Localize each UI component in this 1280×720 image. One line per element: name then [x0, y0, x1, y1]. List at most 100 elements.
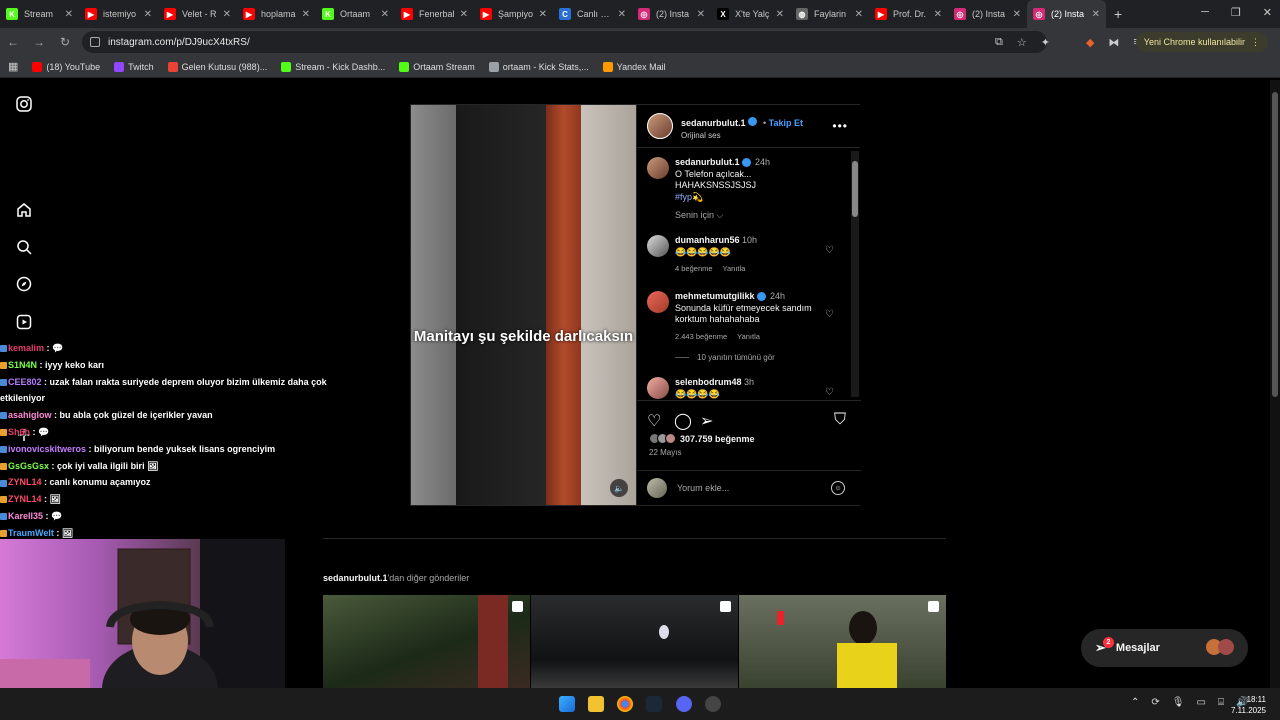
more-options-icon[interactable]: •••: [832, 119, 848, 133]
more-post-thumbnail[interactable]: [739, 595, 946, 688]
instagram-logo-icon[interactable]: [14, 94, 34, 114]
share-icon[interactable]: ➢: [700, 411, 713, 431]
browser-tab[interactable]: C Canlı Sov ✕: [553, 0, 632, 28]
more-post-thumbnail[interactable]: [323, 595, 530, 688]
browser-tab[interactable]: ▶ hoplama ✕: [237, 0, 316, 28]
emoji-icon[interactable]: ☺: [831, 481, 845, 495]
bookmark-item[interactable]: Stream - Kick Dashb...: [281, 61, 385, 72]
search-icon[interactable]: [14, 237, 34, 257]
system-clock[interactable]: 18:11 7.11.2025: [1231, 694, 1266, 716]
apps-grid-icon[interactable]: ▦: [8, 60, 18, 73]
forward-icon[interactable]: →: [26, 35, 52, 49]
bookmark-item[interactable]: (18) YouTube: [32, 61, 100, 72]
bookmark-item[interactable]: ortaam - Kick Stats,...: [488, 61, 589, 72]
new-tab-button[interactable]: +: [1114, 6, 1122, 22]
more-post-thumbnail[interactable]: [531, 595, 738, 688]
display-icon[interactable]: ▭: [1196, 697, 1205, 708]
reload-icon[interactable]: ↻: [52, 35, 78, 49]
tab-close-icon[interactable]: ✕: [776, 9, 784, 20]
comments-scrollbar[interactable]: [851, 151, 859, 397]
comment-like-icon[interactable]: ♡: [825, 387, 834, 398]
bookmark-item[interactable]: Gelen Kutusu (988)...: [167, 61, 267, 72]
tab-close-icon[interactable]: ✕: [855, 9, 863, 20]
browser-tab[interactable]: ▶ Şampiyo ✕: [474, 0, 553, 28]
chrome-update-button[interactable]: Yeni Chrome kullanılabilir ⋮: [1135, 32, 1268, 52]
page-scrollbar[interactable]: [1270, 80, 1280, 688]
comment-username[interactable]: dumanharun56: [675, 235, 740, 245]
browser-tab[interactable]: K Ortaam ✕: [316, 0, 395, 28]
extension-puzzle-icon[interactable]: ⧓: [1108, 36, 1119, 49]
tab-close-icon[interactable]: ✕: [381, 9, 389, 20]
comment-sort-dropdown[interactable]: Senin için ⌵: [675, 210, 723, 221]
page-scroll-thumb[interactable]: [1272, 92, 1278, 397]
volume-icon[interactable]: 🔈: [610, 479, 628, 497]
app-icon[interactable]: [705, 696, 721, 712]
close-window-icon[interactable]: ✕: [1263, 6, 1272, 19]
bookmark-item[interactable]: Twitch: [114, 61, 154, 72]
browser-tab[interactable]: ◎ (2) Insta ✕: [1027, 0, 1106, 28]
minimize-icon[interactable]: ─: [1201, 6, 1209, 19]
install-app-icon[interactable]: ⧉: [995, 36, 1003, 49]
tab-close-icon[interactable]: ✕: [460, 9, 468, 20]
reply-button[interactable]: Yanıtla: [723, 264, 746, 273]
sync-icon[interactable]: ⟳: [1151, 697, 1159, 708]
tab-close-icon[interactable]: ✕: [539, 9, 547, 20]
network-icon[interactable]: ⌸: [1218, 697, 1224, 708]
bookmark-item[interactable]: Yandex Mail: [602, 61, 666, 72]
browser-tab[interactable]: K Stream ✕: [0, 0, 79, 28]
start-icon[interactable]: [559, 696, 575, 712]
comment-input[interactable]: Yorum ekle...: [677, 483, 831, 493]
post-video[interactable]: Manitayı şu şekilde darlıcaksın 🔈: [411, 105, 636, 505]
chevron-up-icon[interactable]: ⌃: [1131, 697, 1139, 708]
tab-close-icon[interactable]: ✕: [934, 9, 942, 20]
comment-username[interactable]: mehmetumutgilikk: [675, 291, 755, 301]
comment-like-icon[interactable]: ♡: [825, 245, 834, 256]
save-icon[interactable]: ⛉: [834, 411, 846, 429]
comment-icon[interactable]: ◯: [674, 411, 692, 431]
url-input[interactable]: instagram.com/p/DJ9ucX4txRS/: [82, 31, 1047, 53]
tab-close-icon[interactable]: ✕: [65, 9, 73, 20]
microphone-icon[interactable]: 🎙: [1172, 697, 1185, 708]
follow-button[interactable]: Takip Et: [769, 118, 803, 128]
view-replies-link[interactable]: 10 yanıtın tümünü gör: [675, 353, 775, 362]
browser-tab[interactable]: ◍ Faylarin ✕: [790, 0, 869, 28]
browser-tab[interactable]: ▶ istemiyo ✕: [79, 0, 158, 28]
tab-close-icon[interactable]: ✕: [223, 9, 231, 20]
browser-tab[interactable]: ▶ Velet - R ✕: [158, 0, 237, 28]
home-icon[interactable]: [14, 200, 34, 220]
tab-close-icon[interactable]: ✕: [1092, 9, 1100, 20]
comments-scroll-thumb[interactable]: [852, 161, 858, 217]
tab-close-icon[interactable]: ✕: [302, 9, 310, 20]
comment-likes[interactable]: 4 beğenme: [675, 264, 713, 273]
restore-icon[interactable]: ❐: [1231, 6, 1241, 19]
comment-likes[interactable]: 2.443 beğenme: [675, 332, 727, 341]
more-posts-username[interactable]: sedanurbulut.1: [323, 573, 388, 583]
hashtag-link[interactable]: #fyp💫: [675, 192, 703, 202]
browser-tab[interactable]: ◎ (2) Insta ✕: [632, 0, 711, 28]
browser-tab[interactable]: ▶ Prof. Dr. ✕: [869, 0, 948, 28]
tab-close-icon[interactable]: ✕: [618, 9, 626, 20]
tab-close-icon[interactable]: ✕: [144, 9, 152, 20]
caption-username[interactable]: sedanurbulut.1: [675, 157, 740, 167]
site-info-icon[interactable]: [90, 37, 100, 47]
reply-button[interactable]: Yanıtla: [737, 332, 760, 341]
author-username[interactable]: sedanurbulut.1: [681, 118, 746, 128]
reels-icon[interactable]: [14, 312, 34, 332]
comment-avatar[interactable]: [647, 235, 669, 257]
bookmark-item[interactable]: Ortaam Stream: [399, 61, 475, 72]
steam-icon[interactable]: [646, 696, 662, 712]
like-count[interactable]: 307.759 beğenme: [649, 433, 755, 444]
comment-avatar[interactable]: [647, 377, 669, 399]
chrome-icon[interactable]: [617, 696, 633, 712]
discord-icon[interactable]: [676, 696, 692, 712]
back-icon[interactable]: ←: [0, 35, 26, 49]
author-avatar[interactable]: [647, 113, 673, 139]
browser-tab[interactable]: ◎ (2) Insta ✕: [948, 0, 1027, 28]
file-explorer-icon[interactable]: [588, 696, 604, 712]
audio-name[interactable]: Orijinal ses: [681, 131, 803, 140]
browser-tab[interactable]: X X'te Yalç ✕: [711, 0, 790, 28]
like-icon[interactable]: ♡: [647, 411, 661, 431]
browser-tab[interactable]: ▶ Fenerbal ✕: [395, 0, 474, 28]
messages-button[interactable]: ➢ 2 Mesajlar: [1081, 629, 1248, 667]
extension-fox-icon[interactable]: ◆: [1086, 36, 1094, 49]
